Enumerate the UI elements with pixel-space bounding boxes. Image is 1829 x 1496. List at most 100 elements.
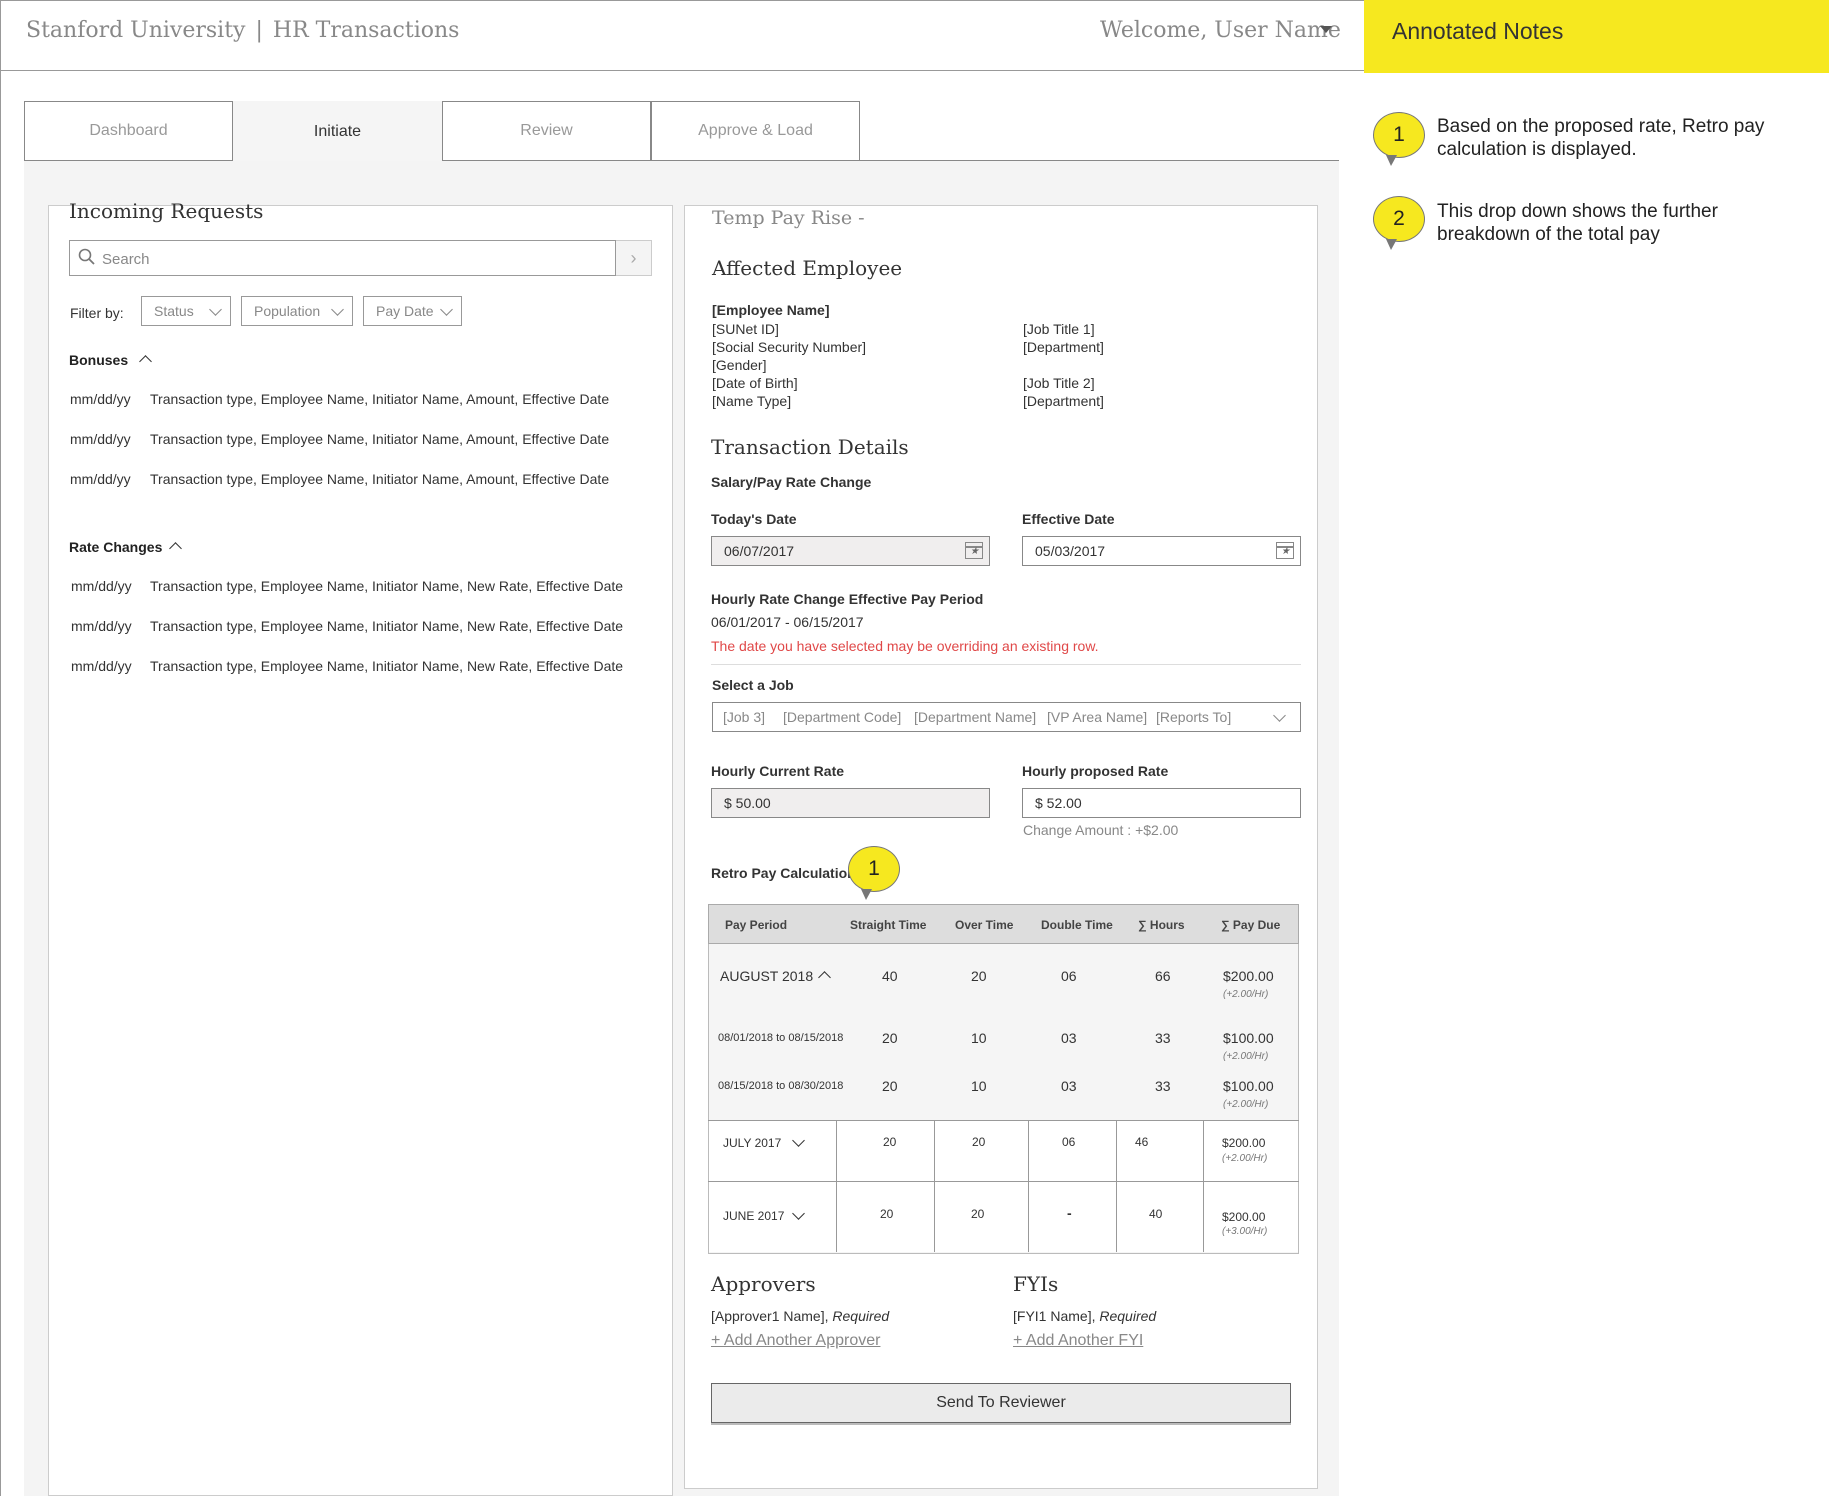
filter-pay-date[interactable]: Pay Date <box>363 296 462 326</box>
search-icon <box>78 248 96 271</box>
chevron-down-icon <box>209 303 222 316</box>
july-over-time: 20 <box>972 1135 986 1149</box>
brand[interactable]: Stanford University | HR Transactions <box>26 18 459 43</box>
june-period[interactable]: JUNE 2017 <box>723 1209 784 1223</box>
chevron-down-icon <box>1273 709 1286 722</box>
aug-row-pay-due: $100.00 <box>1223 1078 1274 1094</box>
bonus-date: mm/dd/yy <box>70 391 131 407</box>
vp-area-field: [VP Area Name] <box>1047 709 1148 725</box>
employee-dob: [Date of Birth] <box>712 375 798 391</box>
col-double-time: Double Time <box>1041 918 1113 932</box>
tab-review[interactable]: Review <box>442 101 651 161</box>
june-rate-note: (+3.00/Hr) <box>1222 1226 1268 1237</box>
approver-1: [Approver1 Name], Required <box>711 1308 889 1324</box>
sigma-icon: ∑ <box>1138 918 1147 932</box>
rate-change-item[interactable]: Transaction type, Employee Name, Initiat… <box>150 578 623 594</box>
divider <box>711 664 1301 665</box>
add-approver-link[interactable]: + Add Another Approver <box>711 1332 880 1350</box>
aug-row-straight-time: 20 <box>882 1030 898 1046</box>
july-rate-note: (+2.00/Hr) <box>1222 1153 1268 1164</box>
bonus-date: mm/dd/yy <box>70 431 131 447</box>
employee-ssn: [Social Security Number] <box>712 339 867 355</box>
todays-date-field[interactable]: 06/07/2017 ★ <box>711 536 990 566</box>
left-border <box>0 71 1 1496</box>
current-rate-field[interactable]: $ 50.00 <box>711 788 990 818</box>
tab-initiate[interactable]: Initiate <box>233 101 442 161</box>
transaction-details-title: Transaction Details <box>711 435 909 459</box>
effective-date-label: Effective Date <box>1022 511 1115 527</box>
proposed-rate-field[interactable]: $ 52.00 <box>1022 788 1301 818</box>
tab-dashboard[interactable]: Dashboard <box>24 101 233 161</box>
row-divider <box>708 1120 1299 1121</box>
aug-row-over-time: 10 <box>971 1030 987 1046</box>
caret-down-icon[interactable] <box>1320 26 1332 33</box>
note-1-line-1: Based on the proposed rate, Retro pay <box>1437 116 1765 137</box>
bonuses-title[interactable]: Bonuses <box>69 352 128 368</box>
incoming-requests-title: Incoming Requests <box>69 199 264 223</box>
employee-department-1: [Department] <box>1023 339 1104 355</box>
fyis-title: FYIs <box>1013 1272 1059 1296</box>
col-hours-label: Hours <box>1149 918 1185 932</box>
todays-date-value: 06/07/2017 <box>724 543 795 559</box>
note-2-line-2: breakdown of the total pay <box>1437 224 1660 245</box>
aug-row-over-time: 10 <box>971 1078 987 1094</box>
search-submit-button[interactable]: › <box>616 240 652 276</box>
filter-population-label: Population <box>254 303 321 319</box>
employee-job-title-1: [Job Title 1] <box>1023 321 1095 337</box>
rate-change-item[interactable]: Transaction type, Employee Name, Initiat… <box>150 658 623 674</box>
july-period[interactable]: JULY 2017 <box>723 1136 781 1150</box>
col-divider <box>1028 1121 1029 1252</box>
bonus-item[interactable]: Transaction type, Employee Name, Initiat… <box>150 431 609 447</box>
rate-change-date: mm/dd/yy <box>71 618 132 634</box>
rate-changes-title[interactable]: Rate Changes <box>69 539 162 555</box>
note-2: This drop down shows the further breakdo… <box>1437 200 1718 246</box>
note-2-line-1: This drop down shows the further <box>1437 201 1718 222</box>
filter-population[interactable]: Population <box>241 296 353 326</box>
chevron-down-icon <box>440 303 453 316</box>
august-period[interactable]: AUGUST 2018 <box>720 968 813 984</box>
aug-row-rate-note: (+2.00/Hr) <box>1223 1099 1269 1110</box>
pay-period-label: Hourly Rate Change Effective Pay Period <box>711 591 984 607</box>
approver-1-name: [Approver1 Name], <box>711 1308 829 1324</box>
aug-row-hours: 33 <box>1155 1078 1171 1094</box>
june-hours: 40 <box>1149 1207 1163 1221</box>
rate-change-item[interactable]: Transaction type, Employee Name, Initiat… <box>150 618 623 634</box>
retro-pay-title: Retro Pay Calculation <box>711 865 856 881</box>
job-field: [Job 3] <box>723 709 766 725</box>
employee-details-right: [Job Title 1] [Department] [Job Title 2]… <box>1023 320 1104 410</box>
bonus-item[interactable]: Transaction type, Employee Name, Initiat… <box>150 391 609 407</box>
filter-status[interactable]: Status <box>141 296 231 326</box>
july-pay-due: $200.00 <box>1222 1136 1266 1150</box>
calendar-icon[interactable]: ★ <box>1276 542 1294 559</box>
search-input[interactable] <box>69 240 616 276</box>
june-straight-time: 20 <box>880 1207 894 1221</box>
august-over-time: 20 <box>971 968 987 984</box>
tab-approve-load[interactable]: Approve & Load <box>651 101 860 161</box>
effective-date-field[interactable]: 05/03/2017 ★ <box>1022 536 1301 566</box>
aug-row-double-time: 03 <box>1061 1030 1077 1046</box>
user-menu[interactable]: Welcome, User Name <box>1100 18 1341 43</box>
notes-title: Annotated Notes <box>1392 18 1564 44</box>
brand-separator: | <box>255 18 263 43</box>
calendar-icon[interactable]: ★ <box>965 542 983 559</box>
fyi-1: [FYI1 Name], Required <box>1013 1308 1156 1324</box>
employee-job-title-2: [Job Title 2] <box>1023 375 1095 391</box>
add-fyi-link[interactable]: + Add Another FYI <box>1013 1332 1143 1350</box>
current-rate-label: Hourly Current Rate <box>711 763 845 779</box>
org-name: Stanford University <box>26 18 246 43</box>
rate-change-date: mm/dd/yy <box>71 658 132 674</box>
employee-department-2: [Department] <box>1023 393 1104 409</box>
august-pay-due: $200.00 <box>1223 968 1274 984</box>
aug-row-rate-note: (+2.00/Hr) <box>1223 1051 1269 1062</box>
transaction-subtitle: Salary/Pay Rate Change <box>711 474 872 490</box>
bonus-item[interactable]: Transaction type, Employee Name, Initiat… <box>150 471 609 487</box>
send-to-reviewer-button[interactable]: Send To Reviewer <box>711 1383 1291 1423</box>
july-straight-time: 20 <box>883 1135 897 1149</box>
col-divider <box>1203 1121 1204 1252</box>
aug-row-pay-due: $100.00 <box>1223 1030 1274 1046</box>
job-select[interactable]: [Job 3] [Department Code] [Department Na… <box>712 702 1301 732</box>
aug-row-period: 08/15/2018 to 08/30/2018 <box>718 1080 844 1092</box>
rate-change-date: mm/dd/yy <box>71 578 132 594</box>
filter-label: Filter by: <box>70 305 124 321</box>
